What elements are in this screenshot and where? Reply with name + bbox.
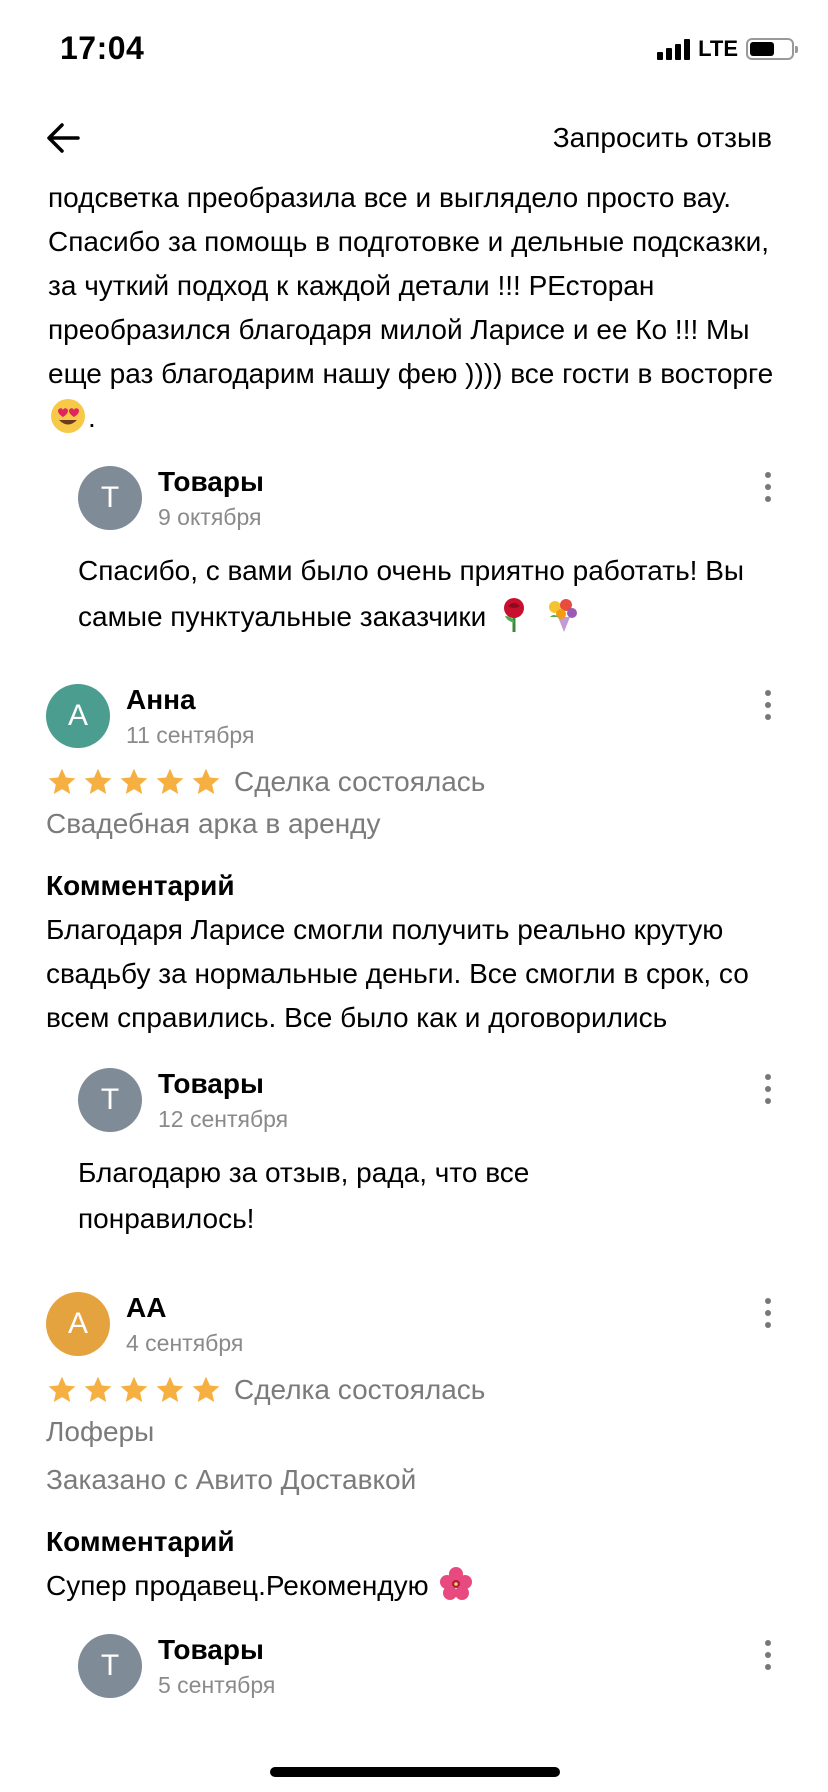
reply-text: Благодарю за отзыв, рада, что все понрав… [78,1157,530,1234]
reviews-list: подсветка преобразила все и выглядело пр… [0,176,828,1702]
deal-status: Сделка состоялась [234,1374,486,1405]
review-header: А АА 4 сентября [46,1292,780,1360]
avatar: А [46,1292,110,1356]
seller-reply: Т Товары 9 октября Спасибо, с вами было … [78,466,780,640]
review-date: 4 сентября [126,1330,244,1356]
home-indicator[interactable] [270,1767,560,1777]
review-author-name[interactable]: Анна [126,682,254,718]
star-icon [48,768,76,794]
rating-stars [46,766,222,798]
status-time: 17:04 [60,30,145,66]
star-icon [48,1376,76,1402]
reply-header: Т Товары 5 сентября [78,1634,780,1702]
hibiscus-emoji [440,1567,473,1600]
nav-bar: Запросить отзыв [0,112,828,168]
rating-row: Сделка состоялась [46,766,780,798]
star-icon [192,1376,220,1402]
more-options-icon[interactable] [756,1296,780,1330]
comment-label: Комментарий [46,870,235,901]
review-text: подсветка преобразила все и выглядело пр… [48,182,774,389]
avatar: Т [78,1068,142,1132]
reply-author-name: Товары [158,466,264,497]
reply-date: 9 октября [158,504,262,530]
comment-text: Супер продавец.Рекомендую [46,1570,429,1601]
signal-icon [657,38,691,60]
reply-author-name: Товары [158,1068,264,1099]
back-button[interactable] [44,118,84,158]
review-item[interactable]: Свадебная арка в аренду [46,802,780,846]
reply-text: Спасибо, с вами было очень приятно работ… [78,555,745,632]
more-options-icon[interactable] [756,688,780,722]
rose-emoji [504,598,525,632]
more-options-icon[interactable] [756,1072,780,1106]
deal-status: Сделка состоялась [234,766,486,797]
delivery-info: Заказано с Авито Доставкой [46,1464,417,1495]
star-icon [84,768,112,794]
review-date: 11 сентября [126,722,255,748]
review-text-end: . [88,402,96,433]
seller-reply: Т Товары 5 сентября [78,1634,780,1702]
comment-label: Комментарий [46,1526,235,1557]
more-options-icon[interactable] [756,470,780,504]
rating-stars [46,1374,222,1406]
star-icon [156,1376,184,1402]
comment-text-block: Супер продавец.Рекомендую [46,1564,780,1608]
reply-date: 12 сентября [158,1106,289,1132]
reply-header: Т Товары 12 сентября [78,1068,780,1136]
battery-icon [746,38,798,60]
arrow-left-icon [47,123,80,153]
review-author-name[interactable]: АА [126,1290,243,1326]
star-icon [120,768,148,794]
reply-date: 5 сентября [158,1672,276,1698]
review-card: А АА 4 сентября Сделка состоялась Лоферы… [46,1292,780,1608]
review-item[interactable]: Лоферы [46,1410,780,1454]
heart-eyes-emoji [51,399,85,433]
star-icon [120,1376,148,1402]
star-icon [156,768,184,794]
status-bar: 17:04 LTE [0,0,828,100]
reply-author-name: Товары [158,1634,264,1665]
comment-text: Благодаря Ларисе смогли получить реально… [46,914,749,1033]
network-label: LTE [698,36,738,61]
avatar: Т [78,1634,142,1698]
seller-reply: Т Товары 12 сентября Благодарю за отзыв,… [78,1068,780,1242]
bouquet-emoji [548,599,577,632]
reply-text-block: Спасибо, с вами было очень приятно работ… [78,548,780,640]
reply-header: Т Товары 9 октября [78,466,780,534]
star-icon [192,768,220,794]
request-review-button[interactable]: Запросить отзыв [553,122,772,154]
review-text-continued: подсветка преобразила все и выглядело пр… [0,176,828,440]
avatar: Т [78,466,142,530]
review-header: А Анна 11 сентября [46,684,780,752]
status-indicators: LTE [657,36,798,62]
star-icon [84,1376,112,1402]
rating-row: Сделка состоялась [46,1374,780,1406]
review-card: А Анна 11 сентября Сделка состоялась Сва… [46,684,780,1040]
more-options-icon[interactable] [756,1638,780,1672]
avatar: А [46,684,110,748]
